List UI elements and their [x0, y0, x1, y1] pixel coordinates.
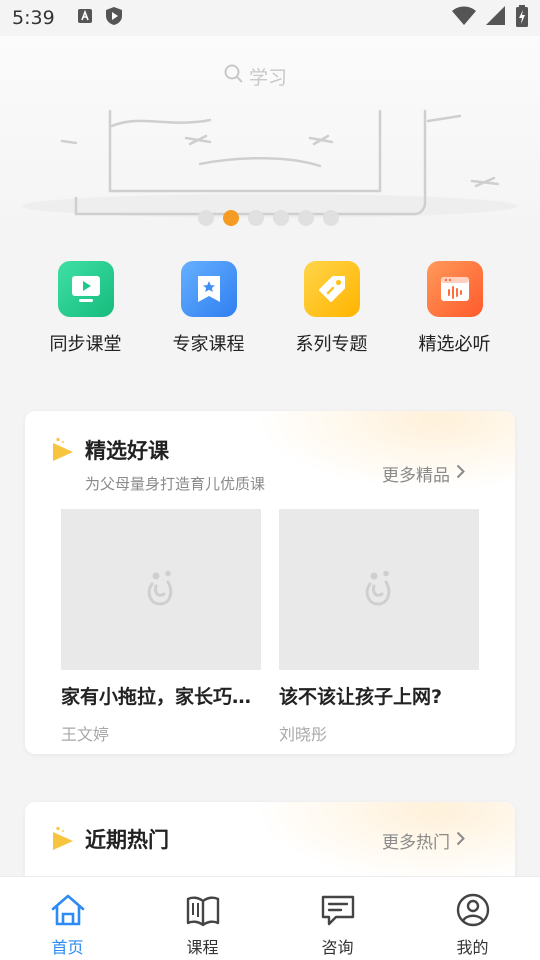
wifi-icon	[452, 6, 476, 31]
course-card[interactable]: 家有小拖拉，家长巧… 王文婷	[61, 509, 261, 745]
carousel-dot[interactable]	[198, 210, 214, 226]
carousel-dot[interactable]	[273, 210, 289, 226]
status-time: 5:39	[12, 7, 55, 29]
search-placeholder: 学习	[249, 66, 288, 89]
carousel-dot[interactable]	[323, 210, 339, 226]
battery-charging-icon	[516, 4, 528, 32]
placeholder-logo-icon	[365, 570, 391, 606]
chevron-right-icon	[456, 464, 465, 484]
bottom-tab-bar: 首页 课程 咨询 我的	[0, 876, 540, 960]
tab-label: 我的	[456, 938, 489, 957]
tab-mine[interactable]: 我的	[405, 877, 540, 960]
carousel-indicator[interactable]	[198, 210, 339, 226]
carousel-dot[interactable]	[248, 210, 264, 226]
quick-entry-grid: 同步课堂 专家课程 系列专题 精选必听	[0, 261, 540, 356]
section-title: 近期热门	[85, 828, 169, 852]
tab-courses[interactable]: 课程	[135, 877, 270, 960]
bookmark-star-icon	[180, 261, 237, 317]
signal-icon	[486, 5, 506, 31]
tab-label: 首页	[51, 938, 84, 957]
shield-icon	[105, 6, 123, 31]
entry-label: 系列专题	[295, 334, 368, 355]
entry-label: 同步课堂	[49, 334, 122, 355]
tag-icon	[303, 261, 360, 317]
hero-banner: 学习	[0, 36, 540, 236]
course-thumbnail	[279, 509, 479, 670]
entry-sync-classroom[interactable]: 同步课堂	[24, 261, 147, 356]
a-badge-icon	[77, 7, 93, 29]
more-link-label: 更多热门	[382, 833, 450, 853]
entry-selected-audio[interactable]: 精选必听	[393, 261, 516, 356]
play-screen-icon	[57, 261, 114, 317]
course-card[interactable]: 该不该让孩子上网? 刘晓彤	[279, 509, 479, 745]
user-icon	[455, 893, 491, 931]
tab-label: 咨询	[321, 938, 354, 957]
tab-consult[interactable]: 咨询	[270, 877, 405, 960]
entry-series-topic[interactable]: 系列专题	[270, 261, 393, 356]
entry-label: 精选必听	[418, 334, 491, 355]
course-thumbnail	[61, 509, 261, 670]
course-author: 刘晓彤	[279, 725, 328, 744]
placeholder-logo-icon	[147, 570, 173, 606]
search-input[interactable]: 学习	[224, 62, 287, 90]
audio-window-icon	[426, 261, 483, 317]
more-featured-link[interactable]: 更多精品	[382, 461, 465, 486]
section-title: 精选好课	[85, 439, 169, 463]
book-icon	[185, 893, 221, 931]
entry-label: 专家课程	[172, 334, 245, 355]
featured-courses-card: 精选好课 为父母量身打造育儿优质课 更多精品 家有小拖拉，家长巧… 王文婷 该不…	[25, 411, 515, 754]
chat-icon	[320, 893, 356, 931]
home-icon	[50, 893, 86, 931]
course-title: 该不该让孩子上网?	[279, 686, 443, 708]
carousel-dot[interactable]	[298, 210, 314, 226]
play-sparkle-icon	[53, 826, 73, 850]
chevron-right-icon	[456, 831, 465, 851]
more-link-label: 更多精品	[382, 466, 450, 486]
search-icon	[224, 64, 243, 88]
more-hot-link[interactable]: 更多热门	[382, 828, 465, 853]
empty-banner-illustration	[22, 109, 518, 218]
section-subtitle: 为父母量身打造育儿优质课	[85, 475, 266, 493]
carousel-dot-active[interactable]	[223, 210, 239, 226]
course-title: 家有小拖拉，家长巧…	[61, 686, 252, 708]
status-bar: 5:39	[0, 0, 540, 36]
tab-home[interactable]: 首页	[0, 877, 135, 960]
course-author: 王文婷	[61, 725, 110, 744]
entry-expert-course[interactable]: 专家课程	[147, 261, 270, 356]
play-sparkle-icon	[53, 437, 73, 461]
tab-label: 课程	[186, 938, 219, 957]
